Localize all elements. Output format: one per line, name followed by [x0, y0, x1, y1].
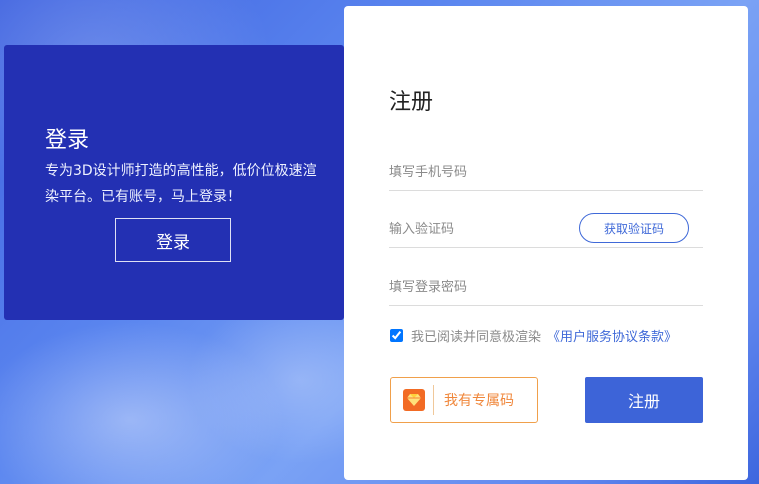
login-title: 登录 — [45, 128, 90, 153]
register-card: 注册 获取验证码 我已阅读并同意极渲染 《用户服务协议条款》 我有专属码 注册 — [344, 6, 748, 480]
phone-input[interactable] — [389, 154, 703, 191]
register-title: 注册 — [389, 90, 434, 115]
login-panel: 登录 专为3D设计师打造的高性能，低价位极速渲染平台。已有账号，马上登录！ 登录 — [4, 45, 344, 320]
get-code-button[interactable]: 获取验证码 — [579, 213, 689, 243]
exclusive-code-button[interactable]: 我有专属码 — [390, 377, 538, 423]
password-input[interactable] — [389, 269, 703, 306]
login-description: 专为3D设计师打造的高性能，低价位极速渲染平台。已有账号，马上登录！ — [45, 163, 317, 205]
gem-icon — [403, 389, 425, 411]
watermark: 系统之家 — [659, 450, 747, 474]
register-submit-button[interactable]: 注册 — [585, 377, 703, 423]
agreement-row: 我已阅读并同意极渲染 《用户服务协议条款》 — [390, 326, 677, 345]
agreement-link[interactable]: 《用户服务协议条款》 — [547, 326, 677, 345]
agreement-text: 我已阅读并同意极渲染 — [411, 330, 542, 345]
login-button[interactable]: 登录 — [115, 218, 231, 262]
watermark-text: 系统之家 — [694, 456, 747, 472]
exclusive-divider — [433, 385, 434, 415]
agreement-checkbox[interactable] — [390, 329, 403, 342]
exclusive-code-label: 我有专属码 — [444, 393, 514, 409]
house-logo-icon — [660, 451, 690, 473]
